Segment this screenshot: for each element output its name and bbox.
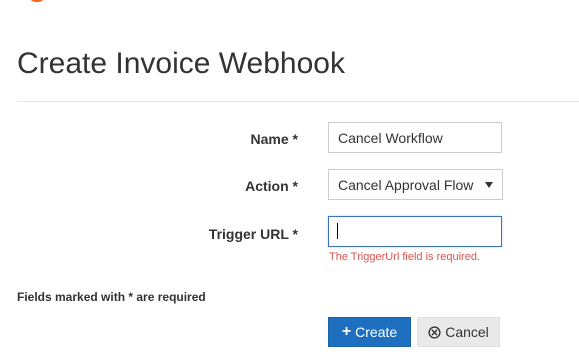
action-select-value: Cancel Approval Flow: [338, 176, 474, 193]
required-fields-note: Fields marked with * are required: [17, 290, 206, 304]
caret-down-icon: [485, 181, 493, 188]
plus-icon: +: [341, 323, 352, 340]
cancel-button[interactable]: Cancel: [417, 317, 500, 347]
trigger-url-input[interactable]: [328, 216, 502, 247]
page-title: Create Invoice Webhook: [17, 47, 345, 80]
title-divider: [17, 101, 579, 102]
trigger-url-error: The TriggerUrl field is required.: [329, 251, 481, 263]
name-label: Name *: [250, 131, 298, 147]
action-select[interactable]: Cancel Approval Flow: [328, 169, 503, 200]
cancel-circle-icon: [428, 325, 441, 339]
create-button-label: Create: [355, 324, 398, 340]
text-cursor: [337, 223, 338, 239]
create-button[interactable]: + Create: [328, 317, 411, 347]
trigger-url-label: Trigger URL *: [208, 226, 298, 242]
cancel-button-label: Cancel: [445, 324, 489, 340]
action-label: Action *: [245, 178, 298, 194]
name-input[interactable]: [328, 122, 502, 153]
logo-fragment: [28, 0, 46, 2]
